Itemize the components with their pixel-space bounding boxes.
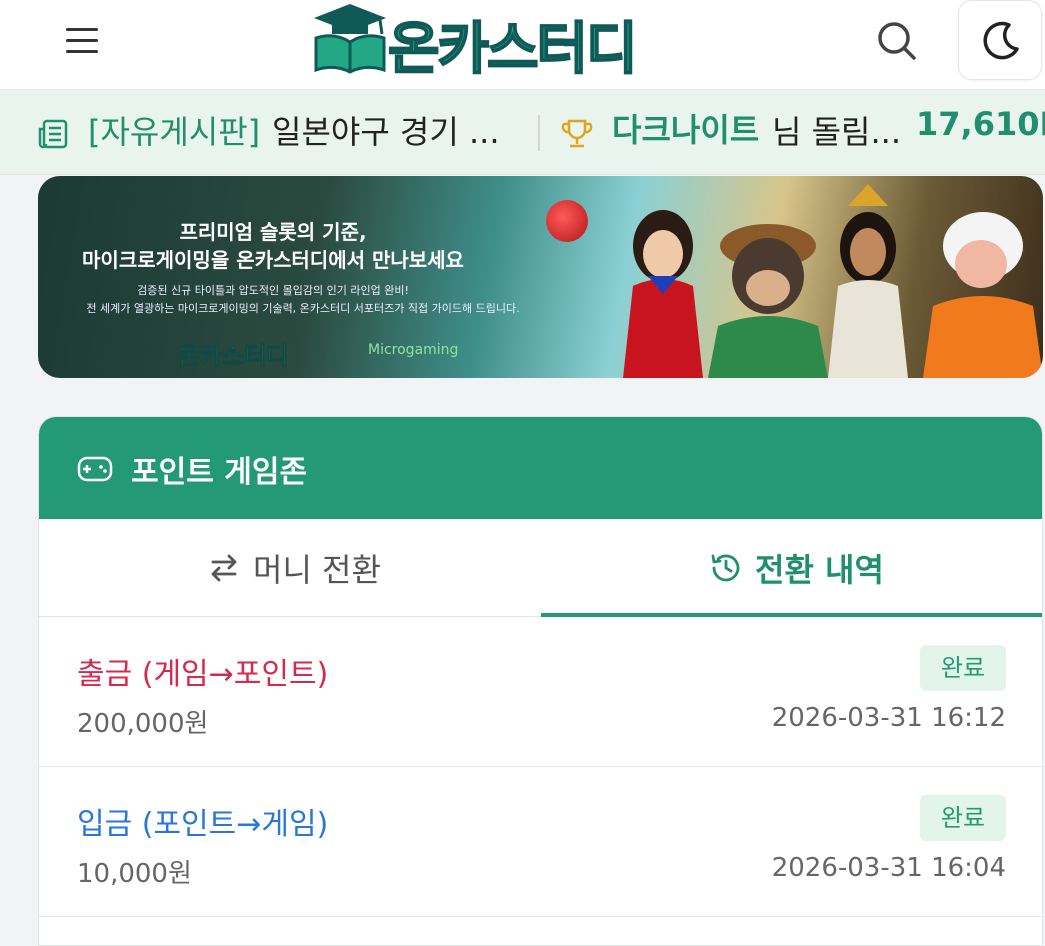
search-icon <box>878 22 916 60</box>
history-amount: 200,000원 <box>77 709 209 739</box>
logo-text: 온카스터디 <box>387 16 639 83</box>
card-title: 포인트 게임존 <box>131 455 308 490</box>
hamburger-menu-icon[interactable] <box>62 22 104 58</box>
promo-banner[interactable]: 프리미엄 슬롯의 기준, 마이크로게이밍을 온카스터디에서 만나보세요 검증된 … <box>38 176 1043 378</box>
status-badge: 완료 <box>920 645 1006 691</box>
banner-partner: Microgaming <box>368 342 459 358</box>
history-type: 출금 (게임→포인트) <box>77 657 329 692</box>
banner-brand: 온카스터디 <box>177 342 289 371</box>
status-badge: 완료 <box>920 795 1006 841</box>
point-game-zone-card: 포인트 게임존 머니 전환 전환 내역 출금 (게임→포인트) 200,000원… <box>38 416 1043 946</box>
ticker-winner-suffix: 님 돌림... <box>772 113 902 151</box>
game-zone-tabs: 머니 전환 전환 내역 <box>39 519 1042 617</box>
graduation-book-icon <box>314 4 386 74</box>
trophy-icon <box>561 119 593 148</box>
top-header: 온카스터디 <box>0 0 1045 90</box>
history-row[interactable]: 출금 (게임→포인트) 200,000원 완료 2026-03-31 16:12 <box>39 617 1042 767</box>
theme-toggle-button[interactable] <box>958 0 1042 80</box>
ticker-board-link[interactable]: [자유게시판] <box>88 107 260 153</box>
tab-convert-history-label: 전환 내역 <box>755 551 884 589</box>
tab-convert-history[interactable]: 전환 내역 <box>541 519 1042 617</box>
search-button[interactable] <box>872 16 922 66</box>
banner-title-line1: 프리미엄 슬롯의 기준, <box>179 220 367 244</box>
banner-subtitle-line1: 검증된 신규 타이틀과 압도적인 몰입감의 인기 라인업 완비! <box>137 284 409 297</box>
history-row[interactable]: 입금 (포인트→게임) 10,000원 완료 2026-03-31 16:04 <box>39 767 1042 917</box>
ticker-divider <box>538 115 540 151</box>
site-logo[interactable]: 온카스터디 <box>308 0 680 83</box>
gamepad-icon <box>77 456 113 482</box>
tab-money-convert[interactable]: 머니 전환 <box>39 519 541 617</box>
history-date: 2026-03-31 16:04 <box>771 853 1006 883</box>
banner-title-line2: 마이크로게이밍을 온카스터디에서 만나보세요 <box>82 248 464 272</box>
tab-money-convert-label: 머니 전환 <box>253 551 381 589</box>
card-header: 포인트 게임존 <box>39 417 1042 519</box>
casino-chip-image <box>546 200 588 242</box>
history-icon <box>711 554 740 582</box>
banner-subtitle-line2: 전 세계가 열광하는 마이크로게이밍의 기술력, 온카스터디 서포터즈가 직접 … <box>86 302 520 315</box>
moon-icon <box>983 21 1019 60</box>
ticker-winner-name: 다크나이트 <box>612 111 760 149</box>
history-type: 입금 (포인트→게임) <box>77 807 329 842</box>
notice-ticker: [자유게시판] 일본야구 경기 ... 다크나이트 님 돌림... 17,610… <box>0 91 1045 175</box>
banner-characters-image <box>623 184 1043 378</box>
ticker-points: 17,610P <box>916 105 1045 143</box>
history-date: 2026-03-31 16:12 <box>771 703 1006 733</box>
ticker-post-title[interactable]: 일본야구 경기 ... <box>272 107 500 153</box>
swap-arrows-icon <box>211 554 237 582</box>
history-amount: 10,000원 <box>77 859 192 889</box>
newspaper-icon <box>38 119 68 149</box>
